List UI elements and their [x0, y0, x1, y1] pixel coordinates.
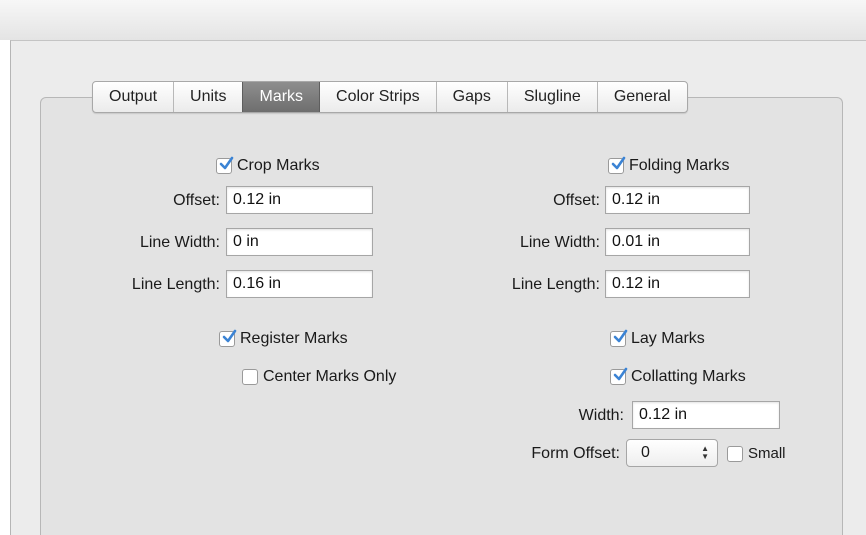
tab-gaps[interactable]: Gaps — [435, 82, 507, 112]
checkbox-checked-icon — [610, 329, 628, 347]
form-offset-label: Form Offset: — [531, 445, 620, 462]
folding-line-width-label: Line Width: — [519, 234, 600, 251]
crop-line-width-label: Line Width: — [139, 234, 220, 251]
tab-output[interactable]: Output — [93, 82, 173, 112]
checkbox-checked-icon — [216, 156, 234, 174]
tab-bar: Output Units Marks Color Strips Gaps Slu… — [92, 81, 688, 113]
collating-marks-label: Collatting Marks — [631, 368, 746, 385]
tab-slugline[interactable]: Slugline — [506, 82, 597, 112]
checkbox-unchecked-icon — [242, 369, 258, 385]
tab-color-strips[interactable]: Color Strips — [319, 82, 436, 112]
window-titlebar — [0, 0, 866, 40]
collating-marks-checkbox[interactable]: Collatting Marks — [610, 367, 746, 387]
lay-marks-checkbox[interactable]: Lay Marks — [610, 329, 705, 349]
checkbox-checked-icon — [219, 329, 237, 347]
checkbox-checked-icon — [610, 367, 628, 385]
folding-line-length-label: Line Length: — [511, 276, 600, 293]
crop-offset-field[interactable] — [226, 186, 373, 214]
crop-line-length-field[interactable] — [226, 270, 373, 298]
folding-line-width-field[interactable] — [605, 228, 750, 256]
crop-offset-label: Offset: — [173, 192, 220, 209]
register-marks-checkbox[interactable]: Register Marks — [219, 329, 348, 349]
folding-line-length-field[interactable] — [605, 270, 750, 298]
checkbox-unchecked-icon — [727, 446, 743, 462]
tab-general[interactable]: General — [596, 82, 687, 112]
folding-marks-label: Folding Marks — [629, 157, 730, 174]
form-offset-value: 0 — [641, 444, 650, 461]
small-label: Small — [748, 445, 786, 462]
folding-marks-checkbox[interactable]: Folding Marks — [608, 156, 729, 176]
center-marks-only-checkbox[interactable]: Center Marks Only — [242, 367, 396, 387]
folding-offset-field[interactable] — [605, 186, 750, 214]
small-checkbox[interactable]: Small — [727, 444, 786, 464]
form-offset-stepper[interactable]: 0 ▲ ▼ — [626, 439, 718, 467]
register-marks-label: Register Marks — [240, 330, 348, 347]
crop-line-width-field[interactable] — [226, 228, 373, 256]
collating-width-label: Width: — [578, 407, 624, 424]
tab-marks[interactable]: Marks — [242, 82, 320, 112]
lay-marks-label: Lay Marks — [631, 330, 705, 347]
crop-marks-checkbox[interactable]: Crop Marks — [216, 156, 320, 176]
crop-line-length-label: Line Length: — [131, 276, 220, 293]
center-marks-only-label: Center Marks Only — [263, 368, 397, 385]
checkbox-checked-icon — [608, 156, 626, 174]
collating-width-field[interactable] — [632, 401, 780, 429]
tab-units[interactable]: Units — [173, 82, 242, 112]
stepper-arrows-icon[interactable]: ▲ ▼ — [701, 445, 709, 461]
crop-marks-label: Crop Marks — [237, 157, 320, 174]
folding-offset-label: Offset: — [553, 192, 600, 209]
